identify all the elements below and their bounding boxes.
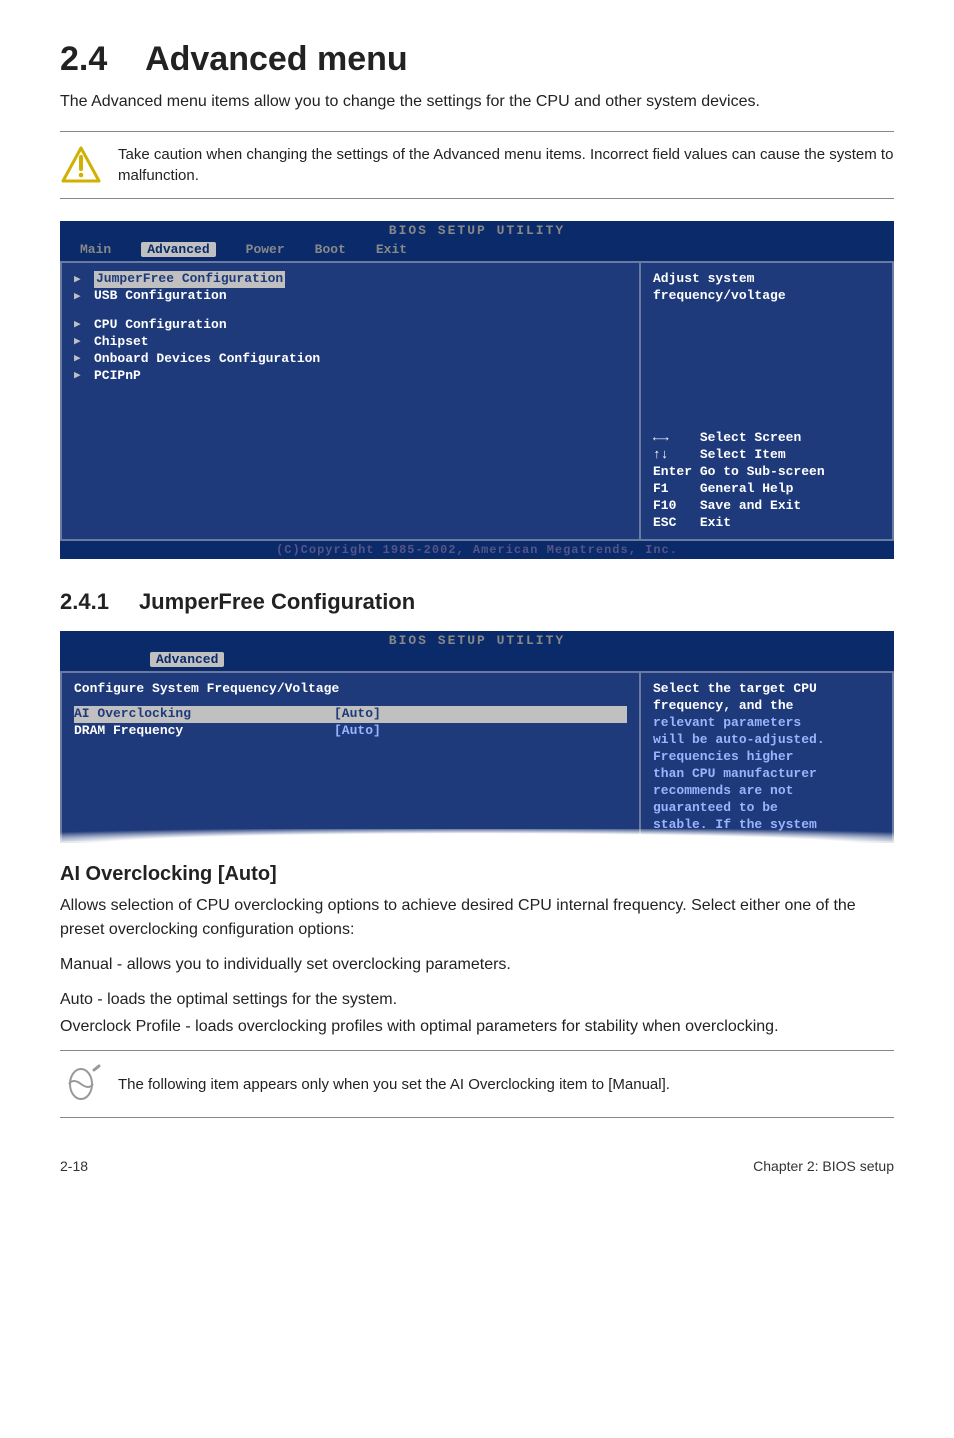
body-text: Manual - allows you to individually set … xyxy=(60,953,894,976)
subsection-title: 2.4.1 JumperFree Configuration xyxy=(60,589,894,615)
nav-label: Select Screen xyxy=(700,430,801,445)
help-line: Select the target CPU xyxy=(653,681,880,698)
menu-item-jumperfree[interactable]: ▶ JumperFree Configuration xyxy=(74,271,627,288)
menu-label: Chipset xyxy=(94,334,149,351)
help-line: Frequencies higher xyxy=(653,749,880,766)
caution-callout: Take caution when changing the settings … xyxy=(60,131,894,199)
menu-label: USB Configuration xyxy=(94,288,227,305)
config-header: Configure System Frequency/Voltage xyxy=(74,681,627,696)
bios-screenshot-jumperfree: BIOS SETUP UTILITY Advanced Configure Sy… xyxy=(60,631,894,843)
arrows-lr-icon: ←→ xyxy=(653,430,669,445)
help-line: relevant parameters xyxy=(653,715,880,732)
menu-label: CPU Configuration xyxy=(94,317,227,334)
help-text: Adjust system frequency/voltage xyxy=(653,271,880,305)
note-icon xyxy=(60,1063,102,1105)
bios-copyright: (C)Copyright 1985-2002, American Megatre… xyxy=(60,541,894,559)
tab-exit[interactable]: Exit xyxy=(376,242,407,257)
submenu-arrow-icon: ▶ xyxy=(74,318,84,332)
menu-item-onboard[interactable]: ▶ Onboard Devices Configuration xyxy=(74,351,627,368)
help-line: recommends are not xyxy=(653,783,880,800)
bios-right-pane: Adjust system frequency/voltage ←→ Selec… xyxy=(639,261,894,541)
submenu-arrow-icon: ▶ xyxy=(74,273,84,287)
caution-icon xyxy=(60,144,102,186)
item-heading-ai-overclocking: AI Overclocking [Auto] xyxy=(60,863,894,886)
config-name: AI Overclocking xyxy=(74,706,334,723)
bios-menu-bar: Advanced xyxy=(60,650,894,671)
help-line: will be auto-adjusted. xyxy=(653,732,880,749)
section-number: 2.4 xyxy=(60,40,107,78)
bios-menu-bar: Main Advanced Power Boot Exit xyxy=(60,240,894,261)
menu-item-pcipnp[interactable]: ▶ PCIPnP xyxy=(74,368,627,385)
help-line: stable. If the system xyxy=(653,817,880,834)
bios-left-pane: ▶ JumperFree Configuration ▶ USB Configu… xyxy=(60,261,639,541)
nav-label: Select Item xyxy=(700,447,786,462)
page-number: 2-18 xyxy=(60,1158,88,1174)
tab-boot[interactable]: Boot xyxy=(315,242,346,257)
config-value: [Auto] xyxy=(334,723,381,740)
help-line: frequency/voltage xyxy=(653,288,880,305)
section-intro: The Advanced menu items allow you to cha… xyxy=(60,91,894,113)
menu-item-cpu[interactable]: ▶ CPU Configuration xyxy=(74,317,627,334)
caution-text: Take caution when changing the settings … xyxy=(118,144,894,186)
chapter-label: Chapter 2: BIOS setup xyxy=(753,1158,894,1174)
subsection-name: JumperFree Configuration xyxy=(139,589,415,614)
nav-label: Save and Exit xyxy=(700,498,801,513)
help-line: frequency, and the xyxy=(653,698,880,715)
bios-title: BIOS SETUP UTILITY xyxy=(60,221,894,240)
submenu-arrow-icon: ▶ xyxy=(74,335,84,349)
nav-label: Exit xyxy=(700,515,731,530)
submenu-arrow-icon: ▶ xyxy=(74,290,84,304)
note-callout: The following item appears only when you… xyxy=(60,1050,894,1118)
tab-power[interactable]: Power xyxy=(246,242,285,257)
nav-label: General Help xyxy=(700,481,794,496)
subsection-number: 2.4.1 xyxy=(60,589,109,614)
section-title: 2.4 Advanced menu xyxy=(60,40,894,79)
tab-advanced[interactable]: Advanced xyxy=(141,242,215,257)
config-row-ai-overclocking[interactable]: AI Overclocking [Auto] xyxy=(74,706,627,723)
submenu-arrow-icon: ▶ xyxy=(74,369,84,383)
nav-keys: ←→ Select Screen ↑↓ Select Item Enter Go… xyxy=(653,430,880,531)
menu-label: PCIPnP xyxy=(94,368,141,385)
note-text: The following item appears only when you… xyxy=(118,1074,670,1095)
config-name: DRAM Frequency xyxy=(74,723,334,740)
section-name: Advanced menu xyxy=(145,40,408,78)
help-line: than CPU manufacturer xyxy=(653,766,880,783)
bios-right-pane: Select the target CPU frequency, and the… xyxy=(639,671,894,843)
nav-label: Go to Sub-screen xyxy=(700,464,825,479)
config-row-dram-frequency[interactable]: DRAM Frequency [Auto] xyxy=(74,723,627,740)
help-line: guaranteed to be xyxy=(653,800,880,817)
menu-label: JumperFree Configuration xyxy=(94,271,285,288)
body-text: Auto - loads the optimal settings for th… xyxy=(60,988,894,1011)
menu-label: Onboard Devices Configuration xyxy=(94,351,320,368)
menu-item-usb[interactable]: ▶ USB Configuration xyxy=(74,288,627,305)
body-text: Overclock Profile - loads overclocking p… xyxy=(60,1015,894,1038)
menu-item-chipset[interactable]: ▶ Chipset xyxy=(74,334,627,351)
submenu-arrow-icon: ▶ xyxy=(74,352,84,366)
bios-screenshot-advanced-menu: BIOS SETUP UTILITY Main Advanced Power B… xyxy=(60,221,894,559)
bios-title: BIOS SETUP UTILITY xyxy=(60,631,894,650)
arrows-ud-icon: ↑↓ xyxy=(653,447,669,462)
bios-left-pane: Configure System Frequency/Voltage AI Ov… xyxy=(60,671,639,843)
config-value: [Auto] xyxy=(334,706,381,723)
page-footer: 2-18 Chapter 2: BIOS setup xyxy=(60,1158,894,1174)
tab-main[interactable]: Main xyxy=(80,242,111,257)
help-line: Adjust system xyxy=(653,271,880,288)
tab-advanced[interactable]: Advanced xyxy=(150,652,224,667)
body-text: Allows selection of CPU overclocking opt… xyxy=(60,894,894,940)
